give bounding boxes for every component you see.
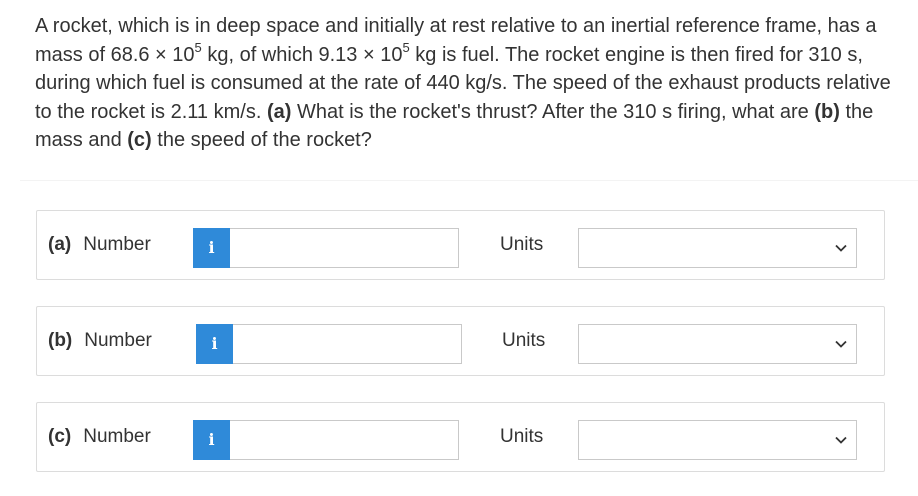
number-input-c[interactable] <box>230 420 459 460</box>
number-label: Number <box>84 330 152 351</box>
part-marker: (c) <box>127 129 152 151</box>
part-label-c: (c) Number <box>48 426 151 448</box>
part-letter: (a) <box>48 234 72 255</box>
info-icon[interactable]: i <box>193 228 230 268</box>
units-label: Units <box>500 426 544 447</box>
units-label: Units <box>502 330 546 351</box>
number-label: Number <box>83 234 151 255</box>
question-segment: kg, of which 9.13 × 10 <box>201 43 403 66</box>
part-letter: (b) <box>48 330 73 351</box>
number-input-a[interactable] <box>230 228 459 268</box>
part-label-b: (b) Number <box>48 330 152 352</box>
divider <box>20 180 918 181</box>
question-text: A rocket, which is in deep space and ini… <box>35 12 895 155</box>
superscript: 5 <box>194 39 202 55</box>
units-select-c[interactable] <box>578 420 857 460</box>
chevron-down-icon <box>834 334 848 354</box>
units-select-b[interactable] <box>578 324 857 364</box>
question-segment: What is the rocket's thrust? After the 3… <box>291 100 815 123</box>
answer-row-b: (b) Number i Units <box>36 306 885 376</box>
chevron-down-icon <box>834 238 848 258</box>
chevron-down-icon <box>834 430 848 450</box>
answer-row-c: (c) Number i Units <box>36 402 885 472</box>
number-input-b[interactable] <box>233 324 462 364</box>
part-label-a: (a) Number <box>48 234 151 256</box>
units-label: Units <box>500 234 544 255</box>
units-select-a[interactable] <box>578 228 857 268</box>
info-icon[interactable]: i <box>196 324 233 364</box>
part-marker: (a) <box>266 100 292 123</box>
part-letter: (c) <box>48 426 72 447</box>
info-icon[interactable]: i <box>193 420 230 460</box>
number-label: Number <box>83 426 151 447</box>
superscript: 5 <box>402 39 410 55</box>
part-marker: (b) <box>814 100 840 123</box>
answer-row-a: (a) Number i Units <box>36 210 885 280</box>
question-segment: the speed of the rocket? <box>151 129 372 151</box>
